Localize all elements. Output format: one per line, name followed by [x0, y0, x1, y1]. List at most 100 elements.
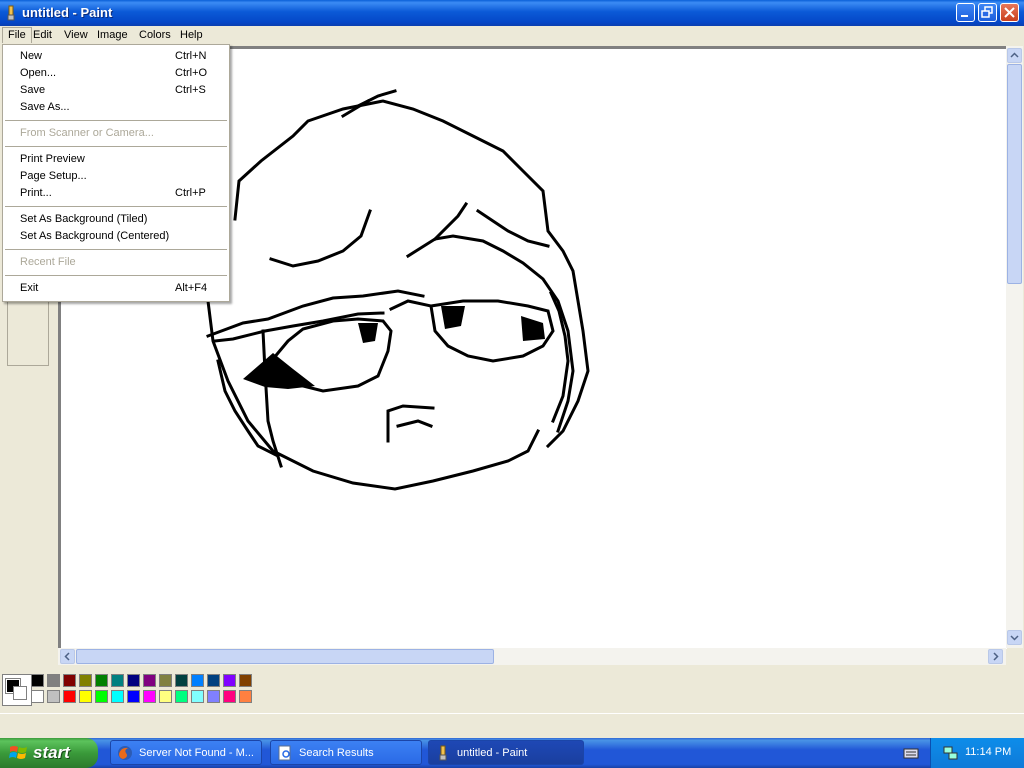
menu-image[interactable]: Image: [92, 28, 133, 43]
menu-item-bg-centered[interactable]: Set As Background (Centered): [3, 228, 229, 245]
vertical-scrollbar[interactable]: [1006, 46, 1023, 648]
color-swatch[interactable]: [239, 690, 252, 703]
menu-colors[interactable]: Colors: [134, 28, 176, 43]
task-label: Server Not Found - M...: [139, 747, 254, 759]
color-swatch[interactable]: [63, 674, 76, 687]
chevron-left-icon: [64, 652, 70, 661]
vertical-scroll-thumb[interactable]: [1007, 64, 1022, 284]
close-button[interactable]: [1000, 3, 1019, 22]
task-label: Search Results: [299, 747, 374, 759]
background-color[interactable]: [13, 686, 27, 700]
start-button[interactable]: start: [0, 738, 98, 768]
tool-options-panel[interactable]: [7, 294, 49, 366]
menu-item-label: Set As Background (Centered): [20, 230, 170, 242]
color-swatch[interactable]: [191, 690, 204, 703]
menu-item-new[interactable]: New Ctrl+N: [3, 48, 229, 65]
menu-separator: [5, 206, 227, 207]
color-swatch[interactable]: [127, 674, 140, 687]
color-swatch[interactable]: [143, 674, 156, 687]
menu-item-label: Set As Background (Tiled): [20, 213, 148, 225]
taskbar-item-search-results[interactable]: Search Results: [270, 740, 422, 765]
color-swatch[interactable]: [31, 674, 44, 687]
color-swatch[interactable]: [111, 674, 124, 687]
menu-separator: [5, 146, 227, 147]
menu-item-shortcut: Ctrl+S: [175, 84, 206, 96]
chevron-down-icon: [1010, 635, 1019, 641]
color-swatch[interactable]: [239, 674, 252, 687]
horizontal-scrollbar[interactable]: [58, 648, 1006, 665]
menu-item-open[interactable]: Open... Ctrl+O: [3, 65, 229, 82]
color-swatch[interactable]: [159, 690, 172, 703]
menu-item-label: Recent File: [20, 256, 76, 268]
menu-item-label: New: [20, 50, 43, 62]
menu-item-save-as[interactable]: Save As...: [3, 99, 229, 116]
color-swatch[interactable]: [207, 674, 220, 687]
scroll-left-button[interactable]: [60, 649, 75, 664]
menu-item-shortcut: Ctrl+P: [175, 187, 206, 199]
color-swatch[interactable]: [79, 674, 92, 687]
color-swatch[interactable]: [207, 690, 220, 703]
menu-item-label: Page Setup...: [20, 170, 87, 182]
color-swatch[interactable]: [31, 690, 44, 703]
windows-logo-icon: [9, 746, 27, 759]
color-swatch[interactable]: [191, 674, 204, 687]
restore-icon: [981, 6, 993, 18]
color-swatch[interactable]: [95, 690, 108, 703]
menu-item-from-scanner: From Scanner or Camera...: [3, 125, 229, 142]
menu-item-page-setup[interactable]: Page Setup...: [3, 168, 229, 185]
status-bar: [0, 713, 1024, 738]
taskbar-item-paint[interactable]: untitled - Paint: [428, 740, 584, 765]
title-bar[interactable]: untitled - Paint: [0, 0, 1024, 26]
scroll-right-button[interactable]: [988, 649, 1003, 664]
minimize-button[interactable]: [956, 3, 975, 22]
color-swatch[interactable]: [63, 690, 76, 703]
menu-item-exit[interactable]: Exit Alt+F4: [3, 280, 229, 297]
menu-item-print[interactable]: Print... Ctrl+P: [3, 185, 229, 202]
color-swatch[interactable]: [159, 674, 172, 687]
color-palette: [0, 666, 1024, 712]
current-colors: [2, 674, 32, 706]
menu-edit[interactable]: Edit: [28, 28, 57, 43]
network-icon[interactable]: [943, 745, 959, 761]
color-swatch[interactable]: [111, 690, 124, 703]
file-menu-dropdown: New Ctrl+N Open... Ctrl+O Save Ctrl+S Sa…: [2, 44, 230, 302]
menu-item-label: Save As...: [20, 101, 70, 113]
color-swatch[interactable]: [47, 690, 60, 703]
color-swatch[interactable]: [79, 690, 92, 703]
menu-item-save[interactable]: Save Ctrl+S: [3, 82, 229, 99]
color-swatch[interactable]: [175, 690, 188, 703]
taskbar-item-firefox[interactable]: Server Not Found - M...: [110, 740, 262, 765]
menu-view[interactable]: View: [59, 28, 93, 43]
color-swatch[interactable]: [47, 674, 60, 687]
menu-item-label: Print...: [20, 187, 52, 199]
color-swatch[interactable]: [143, 690, 156, 703]
system-tray: 11:14 PM: [930, 738, 1024, 768]
scroll-up-button[interactable]: [1007, 48, 1022, 63]
close-icon: [1004, 7, 1015, 18]
menu-item-label: From Scanner or Camera...: [20, 127, 154, 139]
menu-item-label: Print Preview: [20, 153, 85, 165]
menu-item-shortcut: Alt+F4: [175, 282, 208, 294]
menu-separator: [5, 120, 227, 121]
menu-item-shortcut: Ctrl+O: [175, 67, 208, 79]
keyboard-icon[interactable]: [903, 746, 919, 760]
menu-item-shortcut: Ctrl+N: [175, 50, 207, 62]
color-swatch[interactable]: [223, 690, 236, 703]
color-swatch[interactable]: [127, 690, 140, 703]
clock: 11:14 PM: [965, 746, 1012, 758]
menu-item-bg-tiled[interactable]: Set As Background (Tiled): [3, 211, 229, 228]
menu-help[interactable]: Help: [175, 28, 208, 43]
menu-separator: [5, 249, 227, 250]
color-swatch[interactable]: [175, 674, 188, 687]
menu-item-print-preview[interactable]: Print Preview: [3, 151, 229, 168]
restore-button[interactable]: [978, 3, 997, 22]
menu-item-recent-file: Recent File: [3, 254, 229, 271]
firefox-icon: [118, 746, 132, 760]
start-label: start: [33, 743, 70, 762]
horizontal-scroll-thumb[interactable]: [76, 649, 494, 664]
task-label: untitled - Paint: [457, 747, 528, 759]
color-swatch[interactable]: [95, 674, 108, 687]
paint-app-icon: [7, 5, 15, 21]
scroll-down-button[interactable]: [1007, 630, 1022, 645]
color-swatch[interactable]: [223, 674, 236, 687]
